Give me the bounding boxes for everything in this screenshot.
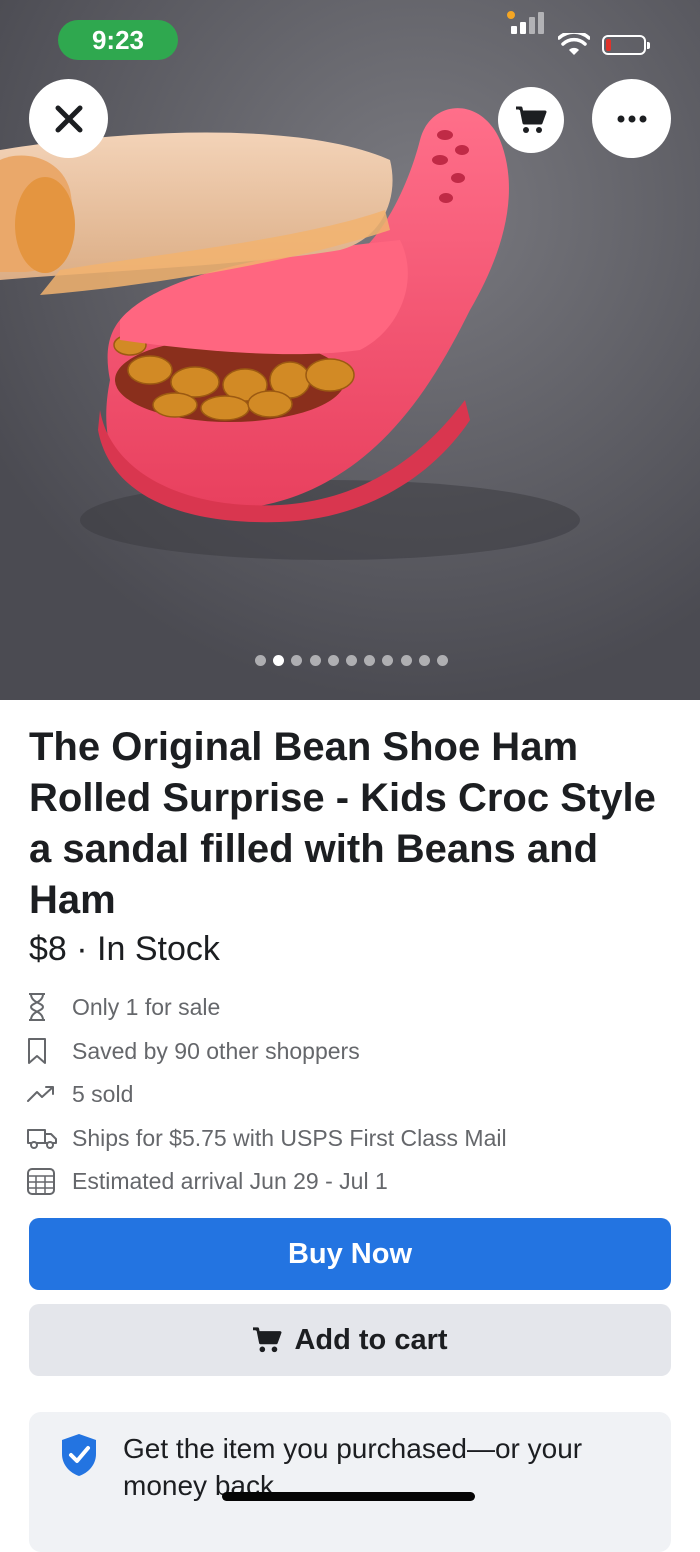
purchase-protection-card[interactable]: Get the item you purchased—or your money… bbox=[29, 1412, 671, 1552]
detail-text: 5 sold bbox=[72, 1080, 134, 1107]
add-to-cart-button[interactable]: Add to cart bbox=[29, 1304, 671, 1376]
shield-check-icon bbox=[62, 1434, 96, 1476]
hourglass-icon bbox=[29, 993, 45, 1021]
detail-availability: Only 1 for sale bbox=[26, 992, 676, 1022]
gallery-dot[interactable] bbox=[364, 655, 376, 666]
buy-now-label: Buy Now bbox=[287, 1237, 413, 1270]
cart-icon bbox=[253, 1327, 282, 1353]
listing-title: The Original Bean Shoe Ham Rolled Surpri… bbox=[29, 725, 656, 922]
gallery-page-indicator[interactable] bbox=[0, 655, 700, 667]
add-to-cart-label: Add to cart bbox=[294, 1323, 448, 1356]
more-options-button[interactable] bbox=[592, 79, 671, 158]
detail-text: Estimated arrival Jun 29 - Jul 1 bbox=[72, 1167, 388, 1194]
detail-saved: Saved by 90 other shoppers bbox=[26, 1036, 676, 1066]
buy-now-button[interactable]: Buy Now bbox=[29, 1218, 671, 1290]
cart-icon bbox=[516, 106, 547, 133]
gallery-dot[interactable] bbox=[273, 655, 285, 666]
close-button[interactable] bbox=[29, 79, 108, 158]
home-indicator[interactable] bbox=[222, 1492, 475, 1501]
detail-text: Only 1 for sale bbox=[72, 993, 221, 1020]
gallery-dot[interactable] bbox=[346, 655, 357, 666]
product-photo[interactable]: 9:23 bbox=[0, 0, 700, 700]
battery-icon bbox=[602, 35, 650, 55]
gallery-dot[interactable] bbox=[418, 655, 430, 666]
price-and-stock: $8 · In Stock bbox=[29, 930, 220, 968]
wifi-icon bbox=[558, 33, 590, 55]
detail-text: Ships for $5.75 with USPS First Class Ma… bbox=[72, 1124, 507, 1151]
bookmark-icon bbox=[28, 1038, 46, 1064]
gallery-dot[interactable] bbox=[437, 655, 448, 666]
status-time: 9:23 bbox=[58, 20, 178, 60]
gallery-dot[interactable] bbox=[382, 655, 394, 666]
detail-arrival: Estimated arrival Jun 29 - Jul 1 bbox=[26, 1166, 676, 1196]
detail-text: Saved by 90 other shoppers bbox=[72, 1037, 360, 1064]
gallery-dot[interactable] bbox=[327, 655, 339, 666]
gallery-dot[interactable] bbox=[255, 655, 266, 666]
gallery-dot[interactable] bbox=[291, 655, 303, 666]
detail-shipping: Ships for $5.75 with USPS First Class Ma… bbox=[26, 1123, 676, 1153]
more-icon bbox=[617, 115, 646, 122]
privacy-indicator bbox=[507, 11, 515, 19]
cart-button[interactable] bbox=[498, 87, 564, 153]
calendar-icon bbox=[27, 1168, 55, 1195]
gallery-dot[interactable] bbox=[400, 655, 412, 666]
trending-icon bbox=[27, 1086, 54, 1102]
close-icon bbox=[55, 105, 82, 132]
truck-icon bbox=[27, 1129, 57, 1149]
detail-sold: 5 sold bbox=[26, 1079, 676, 1109]
gallery-dot[interactable] bbox=[309, 655, 321, 666]
